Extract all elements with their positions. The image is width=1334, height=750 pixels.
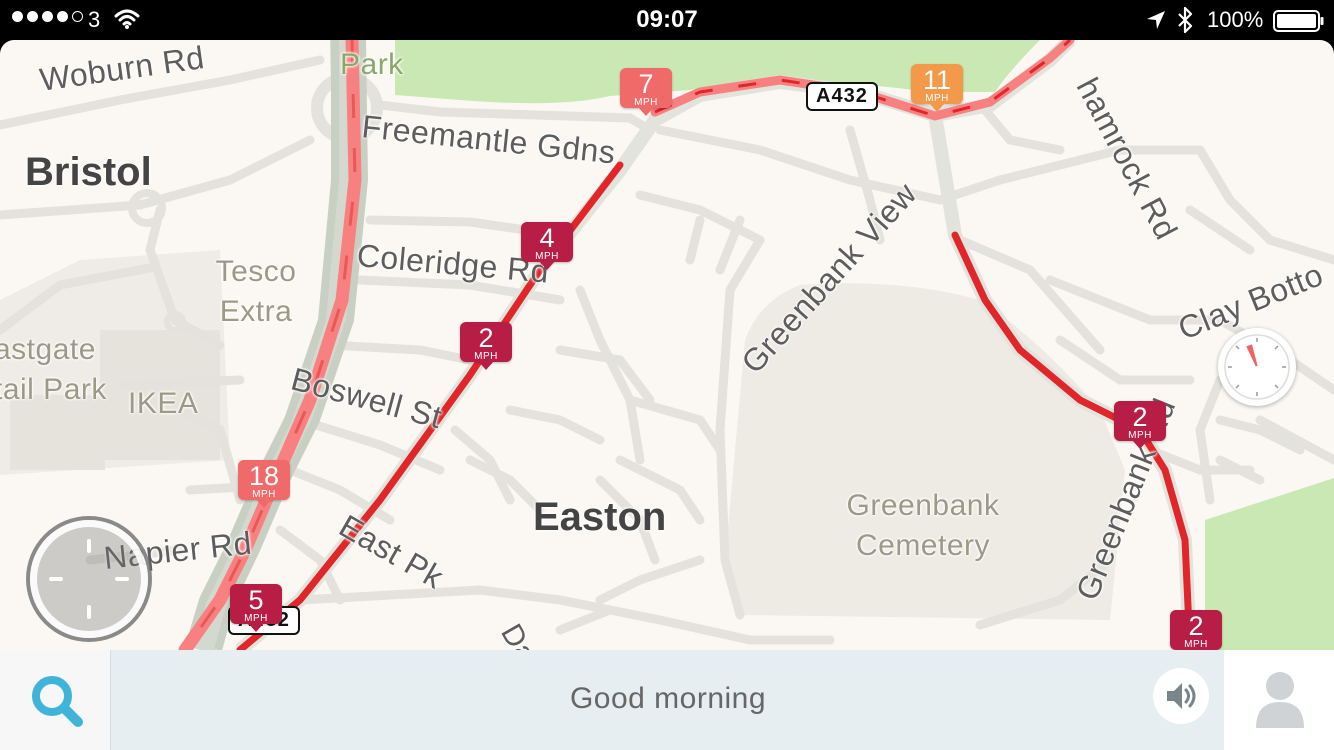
speed-marker-value: 2	[1132, 402, 1148, 432]
speed-marker[interactable]: 18 MPH	[238, 460, 290, 508]
status-bar: 3 09:07 100%	[0, 0, 1334, 40]
battery-icon	[1273, 10, 1324, 32]
map-view[interactable]: Bristol Easton Woburn Rd Freemantle Gdns…	[0, 40, 1334, 750]
speed-marker-unit: MPH	[1128, 430, 1152, 441]
speed-marker-value: 2	[478, 323, 494, 353]
speed-marker-unit: MPH	[474, 351, 498, 362]
speed-marker-value: 5	[248, 585, 264, 615]
speed-marker-value: 7	[638, 69, 654, 99]
speed-marker-value: 11	[922, 65, 952, 95]
speed-marker[interactable]: 11 MPH	[911, 64, 963, 112]
sound-button[interactable]	[1153, 668, 1209, 724]
speed-marker-unit: MPH	[244, 613, 268, 624]
compass-icon	[1224, 334, 1290, 400]
report-button[interactable]	[30, 520, 148, 638]
battery-percentage: 100%	[1207, 7, 1264, 32]
speed-marker-unit: MPH	[535, 251, 559, 262]
speed-marker-value: 2	[1188, 611, 1204, 641]
speed-marker-value: 4	[539, 223, 555, 253]
speed-marker[interactable]: 4 MPH	[521, 222, 573, 270]
place-label-bristol: Bristol	[25, 150, 152, 194]
clock-icon	[49, 539, 129, 619]
profile-button[interactable]	[1224, 650, 1334, 750]
speed-marker-unit: MPH	[634, 97, 658, 108]
speed-marker-unit: MPH	[1184, 639, 1208, 650]
bottom-bar: Good morning	[0, 650, 1334, 750]
speaker-icon	[1167, 683, 1196, 709]
poi-label-tesco-extra: Tesco Extra	[215, 255, 297, 328]
park-area	[1205, 478, 1334, 650]
speed-marker[interactable]: 5 MPH	[230, 584, 282, 632]
speed-marker[interactable]: 2 MPH	[460, 322, 512, 370]
compass-button[interactable]	[1218, 328, 1296, 406]
location-arrow-icon	[1147, 11, 1165, 29]
bluetooth-icon	[1178, 7, 1193, 33]
speed-marker-unit: MPH	[252, 489, 276, 500]
poi-label-park: Park	[340, 48, 404, 81]
search-button[interactable]	[0, 650, 110, 750]
speed-marker-value: 18	[248, 461, 280, 491]
speed-marker[interactable]: 2 MPH	[1114, 401, 1166, 449]
greeting-text: Good morning	[569, 682, 767, 715]
poi-label-ikea: IKEA	[128, 387, 199, 420]
road-shield-a432: A432	[806, 82, 878, 111]
speed-marker[interactable]: 2 MPH	[1170, 610, 1222, 658]
search-icon	[32, 676, 83, 727]
speed-marker[interactable]: 7 MPH	[620, 68, 672, 116]
speed-marker-unit: MPH	[925, 93, 949, 104]
poi-label-eastgate-retail-park: astgate tail Park	[0, 333, 107, 406]
place-label-easton: Easton	[533, 495, 667, 539]
profile-icon	[1256, 672, 1304, 728]
status-time: 09:07	[636, 6, 698, 33]
poi-label-greenbank-cemetery: Greenbank Cemetery	[846, 489, 1000, 562]
greeting-panel[interactable]: Good morning	[110, 650, 1226, 750]
